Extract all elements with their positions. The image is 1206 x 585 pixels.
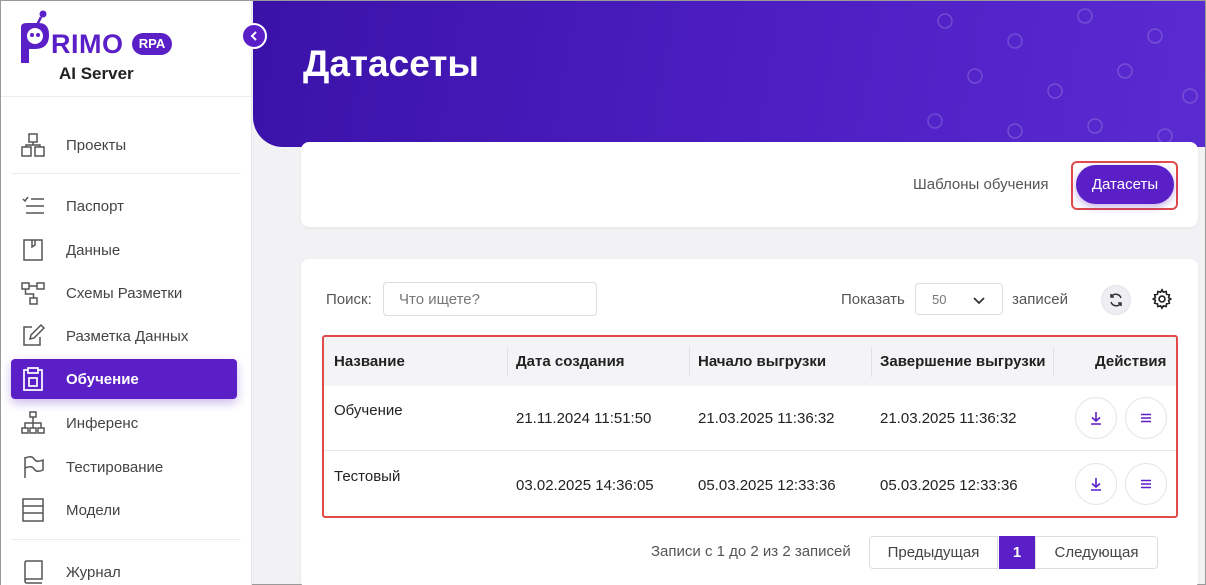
brand-subtitle: AI Server: [59, 64, 134, 83]
sidebar-item-label: Данные: [66, 241, 121, 259]
chevron-down-icon: [973, 297, 985, 305]
pattern-icon: [927, 8, 1198, 144]
page-number-button[interactable]: 1: [999, 536, 1035, 569]
sidebar-item-label: Обучение: [66, 370, 139, 388]
sidebar-item-label: Модели: [66, 501, 121, 519]
sidebar-item-models[interactable]: Модели: [11, 490, 237, 530]
mascot-icon: [21, 10, 49, 63]
sidebar-item-projects[interactable]: Проекты: [11, 125, 237, 165]
sidebar-item-label: Проекты: [66, 136, 127, 154]
page-size-value: 50: [932, 292, 947, 307]
schema-icon: [19, 279, 47, 307]
search-input[interactable]: [383, 282, 597, 316]
datasets-card: Поиск: Показать 50 записей Название Дата…: [301, 259, 1198, 585]
settings-button[interactable]: [1149, 286, 1175, 312]
highlight-frame: [322, 335, 1178, 518]
chevron-left-icon: [250, 31, 257, 41]
sidebar-item-training[interactable]: Обучение: [11, 359, 237, 399]
sidebar-item-label: Схемы Разметки: [66, 284, 183, 302]
testing-icon: [19, 453, 47, 481]
sidebar-item-annotation[interactable]: Разметка Данных: [11, 316, 237, 356]
logo: RIMO RPA AI Server: [1, 1, 251, 97]
sidebar-item-label: Тестирование: [66, 458, 164, 476]
gear-icon: [1151, 288, 1173, 310]
page-header: Датасеты: [253, 1, 1205, 147]
next-page-button[interactable]: Следующая: [1035, 536, 1158, 569]
divider: [11, 173, 241, 174]
brand-badge: RPA: [132, 33, 172, 55]
sidebar: RIMO RPA AI Server Проекты Паспорт Данны…: [1, 1, 252, 585]
sidebar-item-journal[interactable]: Журнал: [11, 552, 237, 585]
sidebar-item-label: Инференс: [66, 414, 139, 432]
projects-icon: [19, 131, 47, 159]
models-icon: [19, 496, 47, 524]
sidebar-item-schemas[interactable]: Схемы Разметки: [11, 273, 237, 313]
previous-page-button[interactable]: Предыдущая: [869, 536, 998, 569]
inference-icon: [19, 409, 47, 437]
tab-datasets[interactable]: Датасеты: [1076, 165, 1174, 204]
collapse-sidebar-button[interactable]: [241, 23, 267, 49]
search-label: Поиск:: [326, 291, 372, 308]
page-size-select[interactable]: 50: [915, 283, 1003, 315]
refresh-icon: [1110, 293, 1122, 307]
page-title: Датасеты: [303, 43, 480, 84]
show-label: Показать: [841, 291, 905, 308]
sidebar-item-data[interactable]: Данные: [11, 230, 237, 270]
records-label: записей: [1012, 291, 1068, 308]
tabs-card: Шаблоны обучения Датасеты: [301, 142, 1198, 227]
passport-icon: [19, 192, 47, 220]
divider: [11, 539, 241, 540]
brand-name: RIMO: [51, 29, 124, 59]
sidebar-item-label: Разметка Данных: [66, 327, 189, 345]
journal-icon: [19, 558, 47, 585]
refresh-button[interactable]: [1101, 285, 1131, 315]
sidebar-item-passport[interactable]: Паспорт: [11, 186, 237, 226]
tab-training-templates[interactable]: Шаблоны обучения: [913, 176, 1049, 193]
sidebar-item-inference[interactable]: Инференс: [11, 403, 237, 443]
training-icon: [19, 365, 47, 393]
data-icon: [19, 236, 47, 264]
sidebar-item-testing[interactable]: Тестирование: [11, 447, 237, 487]
pagination-info: Записи с 1 до 2 из 2 записей: [651, 543, 851, 560]
annotation-icon: [19, 322, 47, 350]
sidebar-item-label: Паспорт: [66, 197, 124, 215]
sidebar-item-label: Журнал: [66, 563, 121, 581]
